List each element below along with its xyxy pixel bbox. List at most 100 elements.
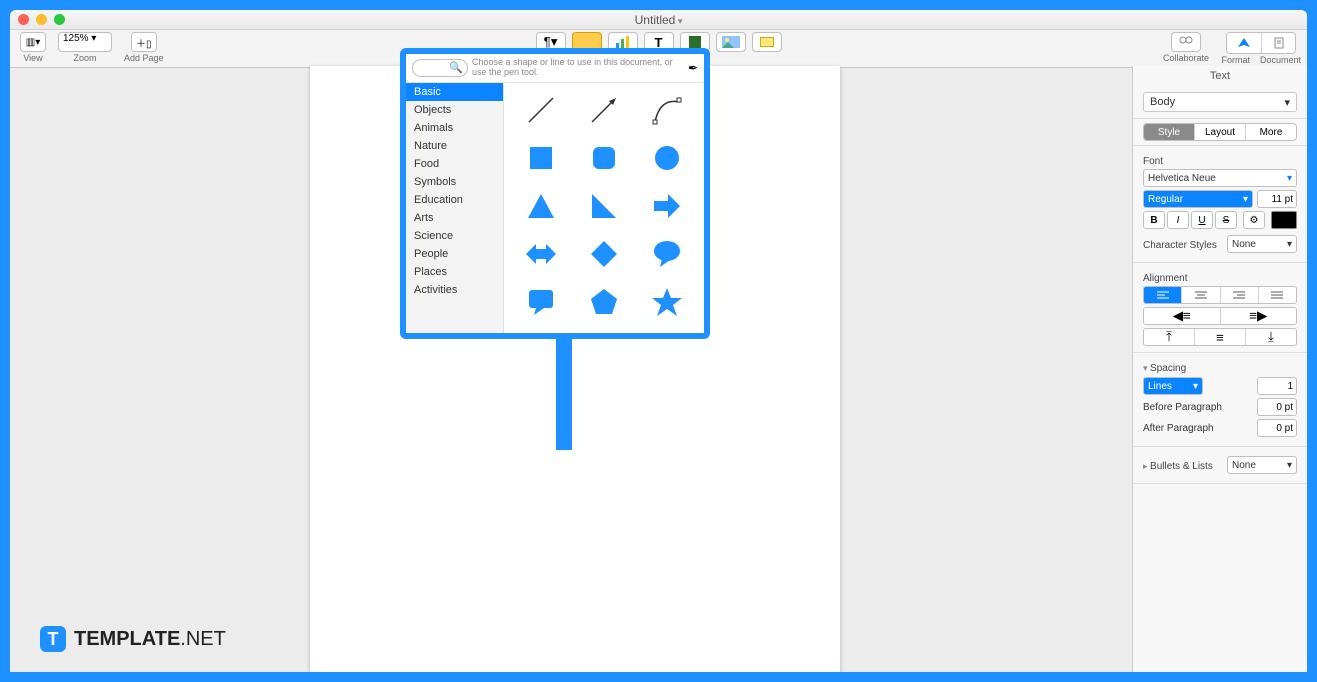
- shapes-popover: 🔍 Choose a shape or line to use in this …: [400, 48, 710, 339]
- underline-button[interactable]: U: [1191, 211, 1213, 229]
- shape-triangle[interactable]: [510, 185, 571, 227]
- category-objects[interactable]: Objects: [406, 101, 503, 119]
- insert-media-icon[interactable]: [716, 32, 746, 52]
- category-people[interactable]: People: [406, 245, 503, 263]
- valign-bottom-button[interactable]: ⤓: [1245, 329, 1296, 345]
- shape-rounded-square[interactable]: [573, 137, 634, 179]
- addpage-label: Add Page: [124, 53, 164, 63]
- strike-button[interactable]: S: [1215, 211, 1237, 229]
- traffic-lights: [18, 14, 65, 25]
- valign-top-button[interactable]: ⤒: [1144, 329, 1194, 345]
- align-justify-button[interactable]: [1258, 287, 1296, 303]
- zoom-select[interactable]: 125% ▾: [58, 32, 112, 52]
- view-button[interactable]: ▥▾: [21, 33, 45, 51]
- shape-right-triangle[interactable]: [573, 185, 634, 227]
- outdent-button[interactable]: ◀≡: [1144, 308, 1220, 324]
- text-color-swatch[interactable]: [1271, 211, 1297, 229]
- after-para-field[interactable]: [1257, 419, 1297, 437]
- before-para-label: Before Paragraph: [1143, 402, 1222, 413]
- format-button[interactable]: [1227, 33, 1261, 53]
- indent-button[interactable]: ≡▶: [1220, 308, 1297, 324]
- shape-circle[interactable]: [637, 137, 698, 179]
- zoom-group: 125% ▾ Zoom: [58, 32, 112, 63]
- shape-line[interactable]: [510, 89, 571, 131]
- alignment-horizontal: [1143, 286, 1297, 304]
- font-gear-icon[interactable]: ⚙︎: [1243, 211, 1265, 229]
- tab-style[interactable]: Style: [1144, 124, 1194, 140]
- bold-button[interactable]: B: [1143, 211, 1165, 229]
- bullets-select[interactable]: None▾: [1227, 456, 1297, 474]
- pen-tool-icon[interactable]: ✒︎: [688, 61, 698, 75]
- tab-more[interactable]: More: [1245, 124, 1296, 140]
- indent-controls: ◀≡ ≡▶: [1143, 307, 1297, 325]
- bullets-heading[interactable]: Bullets & Lists: [1143, 461, 1213, 472]
- italic-button[interactable]: I: [1167, 211, 1189, 229]
- shape-callout[interactable]: [510, 281, 571, 323]
- document-title[interactable]: Untitled: [635, 13, 683, 27]
- font-typeface-select[interactable]: Regular▾: [1143, 190, 1253, 208]
- category-animals[interactable]: Animals: [406, 119, 503, 137]
- after-para-label: After Paragraph: [1143, 423, 1214, 434]
- inspector-title: Text: [1133, 66, 1307, 86]
- category-arts[interactable]: Arts: [406, 209, 503, 227]
- view-label: View: [23, 53, 42, 63]
- align-center-button[interactable]: [1181, 287, 1219, 303]
- inspector-tabs: Style Layout More: [1143, 123, 1297, 141]
- category-science[interactable]: Science: [406, 227, 503, 245]
- collaborate-group: Collaborate: [1163, 32, 1209, 63]
- spacing-heading[interactable]: Spacing: [1143, 363, 1297, 374]
- minimize-window-button[interactable]: [36, 14, 47, 25]
- valign-middle-button[interactable]: ≡: [1194, 329, 1245, 345]
- insert-comment-icon[interactable]: [752, 32, 782, 52]
- font-size-field[interactable]: [1257, 190, 1297, 208]
- shape-categories: Basic Objects Animals Nature Food Symbol…: [406, 83, 504, 333]
- charstyles-label: Character Styles: [1143, 240, 1217, 251]
- shape-speech-bubble[interactable]: [637, 233, 698, 275]
- addpage-group: ＋▯ Add Page: [124, 32, 164, 63]
- category-symbols[interactable]: Symbols: [406, 173, 503, 191]
- shapes-search-input[interactable]: 🔍: [412, 59, 468, 77]
- shape-arrow-line[interactable]: [573, 89, 634, 131]
- shape-curve[interactable]: [637, 89, 698, 131]
- shape-pentagon[interactable]: [573, 281, 634, 323]
- align-left-button[interactable]: [1144, 287, 1181, 303]
- view-group: ▥▾ View: [20, 32, 46, 63]
- tab-layout[interactable]: Layout: [1194, 124, 1245, 140]
- line-spacing-field[interactable]: [1257, 377, 1297, 395]
- collaborate-label: Collaborate: [1163, 53, 1209, 63]
- line-spacing-select[interactable]: Lines▾: [1143, 377, 1203, 395]
- alignment-heading: Alignment: [1143, 273, 1297, 284]
- collaborate-button[interactable]: [1171, 32, 1201, 52]
- category-basic[interactable]: Basic: [406, 83, 503, 101]
- shape-grid: [504, 83, 704, 333]
- charstyles-select[interactable]: None▾: [1227, 235, 1297, 253]
- shape-double-arrow[interactable]: [510, 233, 571, 275]
- search-icon: 🔍: [449, 61, 463, 74]
- watermark: T TEMPLATE.NET: [40, 626, 226, 652]
- paragraph-style-select[interactable]: Body▾: [1143, 92, 1297, 112]
- shape-diamond[interactable]: [573, 233, 634, 275]
- shape-star[interactable]: [637, 281, 698, 323]
- align-right-button[interactable]: [1220, 287, 1258, 303]
- category-food[interactable]: Food: [406, 155, 503, 173]
- category-activities[interactable]: Activities: [406, 281, 503, 299]
- category-education[interactable]: Education: [406, 191, 503, 209]
- inspector-panel: Text Body▾ Style Layout More Font Helvet…: [1132, 66, 1307, 672]
- font-heading: Font: [1143, 156, 1297, 167]
- shapes-hint: Choose a shape or line to use in this do…: [472, 58, 684, 78]
- add-page-button[interactable]: ＋▯: [132, 33, 156, 51]
- titlebar: Untitled: [10, 10, 1307, 30]
- shape-square[interactable]: [510, 137, 571, 179]
- zoom-label: Zoom: [73, 53, 96, 63]
- zoom-window-button[interactable]: [54, 14, 65, 25]
- font-family-select[interactable]: Helvetica Neue▾: [1143, 169, 1297, 187]
- document-button[interactable]: [1261, 33, 1295, 53]
- watermark-logo-icon: T: [40, 626, 66, 652]
- category-nature[interactable]: Nature: [406, 137, 503, 155]
- before-para-field[interactable]: [1257, 398, 1297, 416]
- format-document-group: FormatDocument: [1221, 32, 1301, 65]
- close-window-button[interactable]: [18, 14, 29, 25]
- category-places[interactable]: Places: [406, 263, 503, 281]
- alignment-vertical: ⤒ ≡ ⤓: [1143, 328, 1297, 346]
- shape-arrow-right[interactable]: [637, 185, 698, 227]
